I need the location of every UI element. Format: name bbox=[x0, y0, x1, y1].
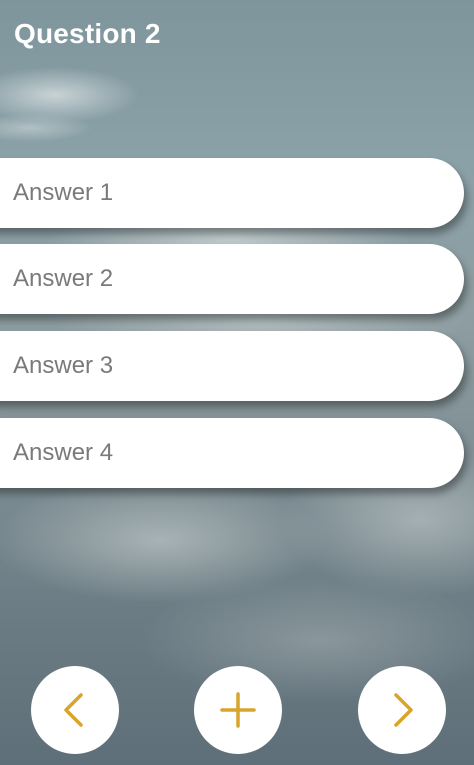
next-button[interactable] bbox=[358, 666, 446, 754]
answer-option-2[interactable]: Answer 2 bbox=[0, 244, 464, 314]
answer-label: Answer 3 bbox=[13, 352, 114, 379]
quiz-screen: Question 2 Answer 1 Answer 2 Answer 3 An… bbox=[0, 0, 474, 765]
previous-button[interactable] bbox=[31, 666, 119, 754]
answer-label: Answer 1 bbox=[13, 179, 114, 206]
answer-option-3[interactable]: Answer 3 bbox=[0, 331, 464, 401]
plus-icon bbox=[220, 692, 256, 728]
chevron-left-icon bbox=[64, 693, 83, 727]
answer-label: Answer 4 bbox=[13, 439, 114, 466]
chevron-right-icon bbox=[394, 693, 413, 727]
answer-label: Answer 2 bbox=[13, 265, 114, 292]
answer-option-4[interactable]: Answer 4 bbox=[0, 418, 464, 488]
answer-option-1[interactable]: Answer 1 bbox=[0, 158, 464, 228]
add-button[interactable] bbox=[194, 666, 282, 754]
question-title: Question 2 bbox=[14, 18, 161, 49]
